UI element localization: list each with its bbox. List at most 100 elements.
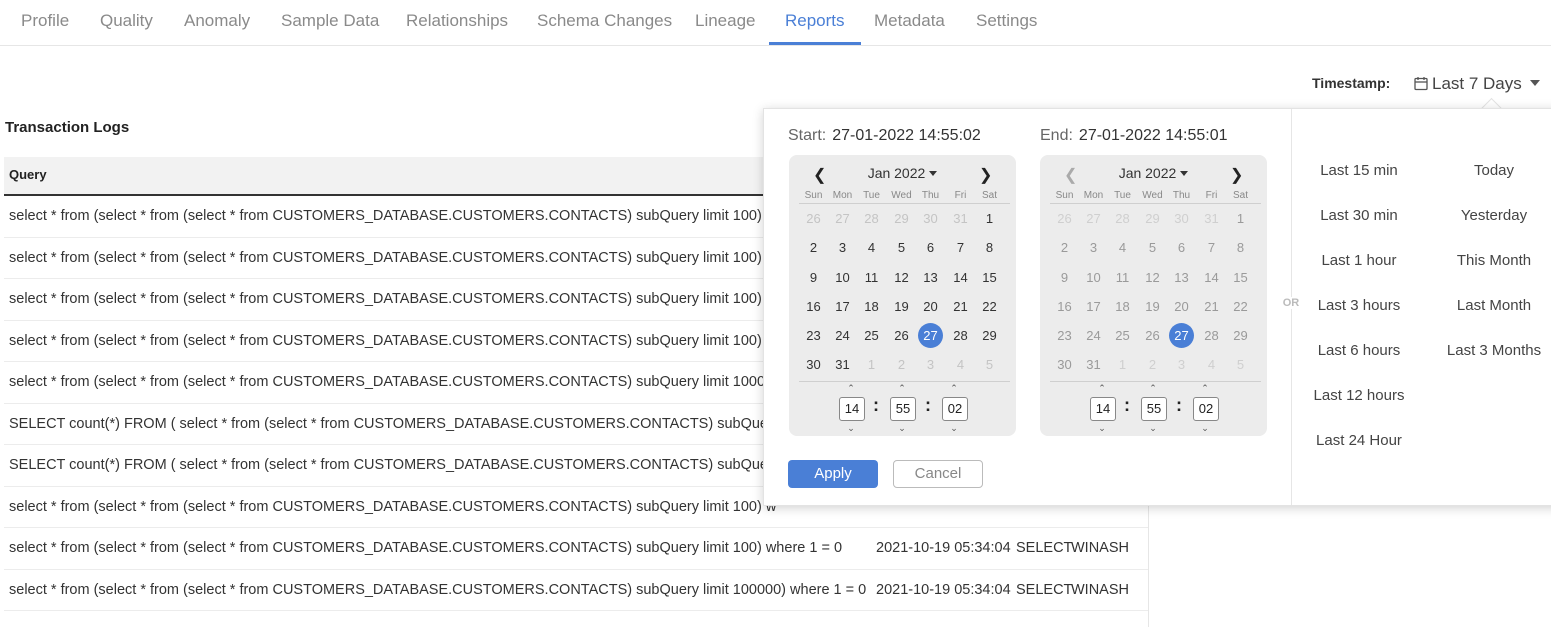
calendar-day[interactable]: 4	[946, 353, 975, 377]
calendar-day[interactable]: 23	[799, 324, 828, 348]
calendar-day[interactable]: 9	[1050, 266, 1079, 290]
time-down-icon[interactable]: ⌄	[890, 423, 914, 434]
calendar-day[interactable]: 19	[1138, 295, 1167, 319]
calendar-day[interactable]: 8	[975, 236, 1004, 260]
calendar-day[interactable]: 26	[1138, 324, 1167, 348]
time-hour-input[interactable]: 14	[1090, 397, 1116, 421]
quick-range-option[interactable]: Last 6 hours	[1299, 342, 1419, 359]
calendar-day[interactable]: 26	[799, 207, 828, 231]
timestamp-dropdown[interactable]: Last 7 Days	[1414, 72, 1540, 96]
calendar-day[interactable]: 6	[1167, 236, 1196, 260]
time-up-icon[interactable]: ⌃	[1090, 383, 1114, 394]
calendar-day[interactable]: 2	[1050, 236, 1079, 260]
calendar-day[interactable]: 17	[1079, 295, 1108, 319]
calendar-day[interactable]: 26	[887, 324, 916, 348]
time-minute-input[interactable]: 55	[1141, 397, 1167, 421]
calendar-day[interactable]: 11	[1108, 266, 1137, 290]
calendar-day[interactable]: 28	[857, 207, 886, 231]
quick-range-option[interactable]: Last 30 min	[1299, 207, 1419, 224]
quick-range-option[interactable]: Last 24 Hour	[1299, 432, 1419, 449]
quick-range-option[interactable]: Last 3 hours	[1299, 297, 1419, 314]
calendar-day[interactable]: 1	[1226, 207, 1255, 231]
calendar-day[interactable]: 8	[1226, 236, 1255, 260]
calendar-day[interactable]: 4	[1108, 236, 1137, 260]
quick-range-option[interactable]: Yesterday	[1434, 207, 1551, 224]
calendar-day[interactable]: 6	[916, 236, 945, 260]
calendar-day[interactable]: 18	[857, 295, 886, 319]
calendar-day[interactable]: 19	[887, 295, 916, 319]
calendar-day[interactable]: 27	[1079, 207, 1108, 231]
calendar-day[interactable]: 27	[916, 323, 945, 348]
calendar-day[interactable]: 2	[799, 236, 828, 260]
time-up-icon[interactable]: ⌃	[942, 383, 966, 394]
calendar-day[interactable]: 20	[1167, 295, 1196, 319]
calendar-day[interactable]: 10	[1079, 266, 1108, 290]
calendar-day[interactable]: 2	[887, 353, 916, 377]
calendar-day[interactable]: 28	[1197, 324, 1226, 348]
calendar-day[interactable]: 17	[828, 295, 857, 319]
time-down-icon[interactable]: ⌄	[1141, 423, 1165, 434]
calendar-day[interactable]: 7	[946, 236, 975, 260]
calendar-day[interactable]: 30	[1050, 353, 1079, 377]
calendar-day[interactable]: 12	[1138, 266, 1167, 290]
calendar-day[interactable]: 30	[799, 353, 828, 377]
calendar-day[interactable]: 12	[887, 266, 916, 290]
time-up-icon[interactable]: ⌃	[890, 383, 914, 394]
time-up-icon[interactable]: ⌃	[839, 383, 863, 394]
quick-range-option[interactable]: Last 1 hour	[1299, 252, 1419, 269]
time-down-icon[interactable]: ⌄	[839, 423, 863, 434]
calendar-day[interactable]: 29	[887, 207, 916, 231]
calendar-day[interactable]: 16	[1050, 295, 1079, 319]
calendar-day[interactable]: 4	[857, 236, 886, 260]
time-down-icon[interactable]: ⌄	[1193, 423, 1217, 434]
calendar-day[interactable]: 29	[975, 324, 1004, 348]
calendar-day[interactable]: 1	[975, 207, 1004, 231]
calendar-day[interactable]: 5	[887, 236, 916, 260]
calendar-day[interactable]: 15	[975, 266, 1004, 290]
table-row[interactable]: select * from (select * from (select * f…	[4, 570, 1148, 611]
calendar-day[interactable]: 11	[857, 266, 886, 290]
quick-range-option[interactable]: Today	[1434, 162, 1551, 179]
tab-lineage[interactable]: Lineage	[695, 0, 756, 44]
calendar-day[interactable]: 3	[916, 353, 945, 377]
tab-profile[interactable]: Profile	[21, 0, 69, 44]
calendar-day[interactable]: 31	[946, 207, 975, 231]
calendar-day[interactable]: 31	[1197, 207, 1226, 231]
calendar-day[interactable]: 24	[1079, 324, 1108, 348]
time-up-icon[interactable]: ⌃	[1141, 383, 1165, 394]
tab-reports[interactable]: Reports	[769, 0, 860, 45]
calendar-day[interactable]: 18	[1108, 295, 1137, 319]
time-second-input[interactable]: 02	[942, 397, 968, 421]
time-minute-input[interactable]: 55	[890, 397, 916, 421]
calendar-day[interactable]: 1	[1108, 353, 1137, 377]
quick-range-option[interactable]: This Month	[1434, 252, 1551, 269]
tab-schema-changes[interactable]: Schema Changes	[537, 0, 672, 44]
calendar-day[interactable]: 22	[975, 295, 1004, 319]
quick-range-option[interactable]: Last 12 hours	[1299, 387, 1419, 404]
calendar-day[interactable]: 13	[1167, 266, 1196, 290]
cancel-button[interactable]: Cancel	[893, 460, 983, 488]
calendar-day[interactable]: 2	[1138, 353, 1167, 377]
time-down-icon[interactable]: ⌄	[1090, 423, 1114, 434]
calendar-day[interactable]: 27	[828, 207, 857, 231]
calendar-day[interactable]: 7	[1197, 236, 1226, 260]
calendar-day[interactable]: 21	[1197, 295, 1226, 319]
quick-range-option[interactable]: Last 3 Months	[1434, 342, 1551, 359]
calendar-day[interactable]: 29	[1138, 207, 1167, 231]
apply-button[interactable]: Apply	[788, 460, 878, 488]
calendar-day[interactable]: 25	[857, 324, 886, 348]
calendar-day[interactable]: 16	[799, 295, 828, 319]
calendar-day[interactable]: 5	[975, 353, 1004, 377]
calendar-day[interactable]: 5	[1138, 236, 1167, 260]
calendar-day[interactable]: 21	[946, 295, 975, 319]
calendar-day[interactable]: 20	[916, 295, 945, 319]
calendar-day[interactable]: 24	[828, 324, 857, 348]
time-up-icon[interactable]: ⌃	[1193, 383, 1217, 394]
tab-relationships[interactable]: Relationships	[406, 0, 508, 44]
tab-sample-data[interactable]: Sample Data	[281, 0, 379, 44]
tab-quality[interactable]: Quality	[100, 0, 153, 44]
calendar-day[interactable]: 13	[916, 266, 945, 290]
time-second-input[interactable]: 02	[1193, 397, 1219, 421]
calendar-day[interactable]: 30	[1167, 207, 1196, 231]
calendar-day[interactable]: 26	[1050, 207, 1079, 231]
